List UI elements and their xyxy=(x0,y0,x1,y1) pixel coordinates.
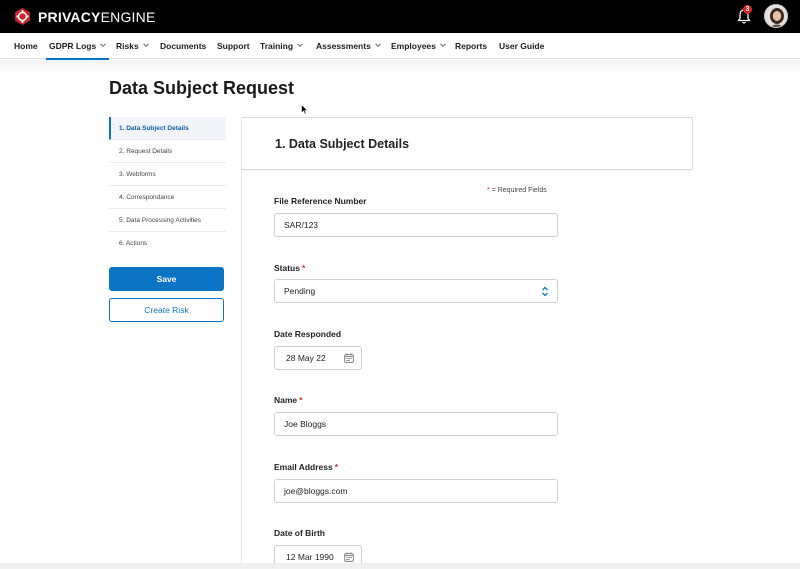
step-data-subject-details[interactable]: 1. Data Subject Details xyxy=(109,117,226,140)
create-risk-button[interactable]: Create Risk xyxy=(109,298,224,322)
nav-gdpr-logs[interactable]: GDPR Logs xyxy=(45,33,110,60)
privacy-engine-logo-icon xyxy=(15,7,30,26)
page-title: Data Subject Request xyxy=(109,78,295,98)
logo-text: PRIVACYENGINE xyxy=(38,8,156,25)
date-of-birth-label: Date of Birth xyxy=(274,528,325,538)
nav-training[interactable]: Training xyxy=(260,33,303,59)
date-responded-label: Date Responded xyxy=(274,329,342,339)
main-nav: Home GDPR Logs Risks Documents Support T… xyxy=(0,33,800,60)
nav-home[interactable]: Home xyxy=(14,33,38,59)
nav-assessments[interactable]: Assessments xyxy=(316,33,381,59)
email-input[interactable]: joe@bloggs.com xyxy=(274,479,558,503)
user-avatar[interactable] xyxy=(764,4,788,28)
step-request-details[interactable]: 2. Request Details xyxy=(109,140,226,163)
nav-support[interactable]: Support xyxy=(217,33,250,59)
nav-user-guide[interactable]: User Guide xyxy=(499,33,544,59)
status-select[interactable]: Pending xyxy=(274,279,558,303)
status-label: Status * xyxy=(274,263,306,273)
step-actions[interactable]: 6. Actions xyxy=(109,232,226,255)
name-input[interactable]: Joe Bloggs xyxy=(274,412,558,436)
select-arrows-icon xyxy=(542,286,548,297)
save-button[interactable]: Save xyxy=(109,267,224,291)
chevron-down-icon xyxy=(440,43,446,47)
chevron-down-icon xyxy=(297,43,303,47)
page-band xyxy=(0,60,800,74)
file-reference-input[interactable]: SAR/123 xyxy=(274,213,558,237)
section-header: 1. Data Subject Details xyxy=(242,117,693,170)
step-webforms[interactable]: 3. Webforms xyxy=(109,163,226,186)
chevron-down-icon xyxy=(374,43,381,47)
chevron-down-icon xyxy=(100,43,107,47)
nav-risks[interactable]: Risks xyxy=(116,33,149,59)
mouse-cursor-icon xyxy=(301,104,308,115)
name-label: Name * xyxy=(274,395,303,405)
nav-documents[interactable]: Documents xyxy=(160,33,206,59)
email-label: Email Address * xyxy=(274,462,339,472)
step-data-processing-activities[interactable]: 5. Data Processing Activities xyxy=(109,209,226,232)
step-navigation: 1. Data Subject Details 2. Request Detai… xyxy=(109,117,226,255)
date-responded-input[interactable]: 28 May 22 xyxy=(274,346,362,370)
chevron-down-icon xyxy=(142,43,149,47)
section-title: 1. Data Subject Details xyxy=(275,137,410,151)
top-bar: PRIVACYENGINE 3 xyxy=(0,0,800,33)
nav-employees[interactable]: Employees xyxy=(391,33,446,59)
calendar-icon[interactable] xyxy=(344,353,354,363)
notification-badge: 3 xyxy=(743,5,752,14)
bottom-band xyxy=(0,563,800,569)
file-reference-label: File Reference Number xyxy=(274,196,367,206)
step-correspondance[interactable]: 4. Correspondance xyxy=(109,186,226,209)
nav-reports[interactable]: Reports xyxy=(455,33,487,59)
avatar-portrait-icon xyxy=(765,5,787,27)
required-fields-note: * = Required Fields xyxy=(487,187,547,194)
logo[interactable]: PRIVACYENGINE xyxy=(13,7,156,26)
calendar-icon[interactable] xyxy=(344,552,354,562)
